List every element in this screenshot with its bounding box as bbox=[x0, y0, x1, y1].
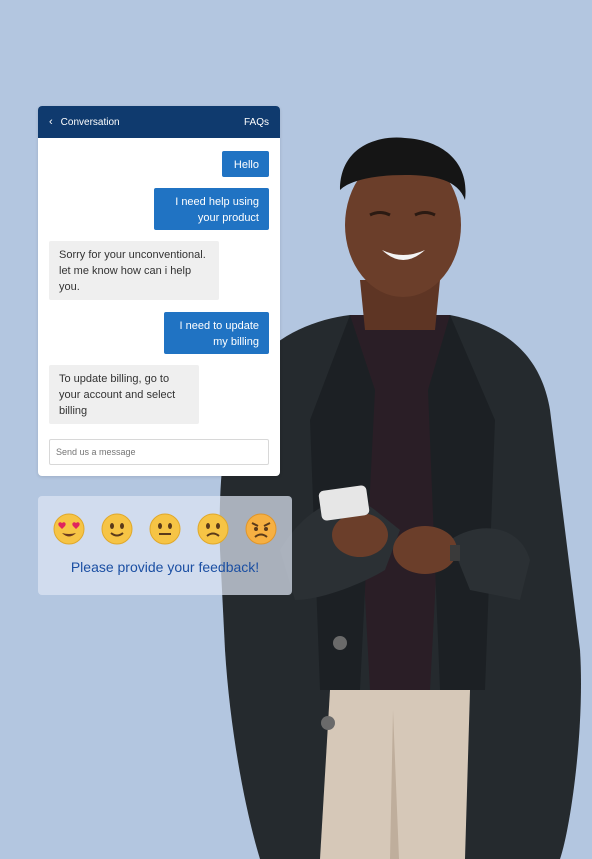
message-input[interactable] bbox=[49, 439, 269, 465]
back-chevron-icon[interactable]: ‹ bbox=[49, 116, 53, 128]
message-incoming: To update billing, go to your account an… bbox=[49, 365, 199, 424]
angry-face-emoji-icon[interactable] bbox=[245, 513, 277, 545]
feedback-prompt: Please provide your feedback! bbox=[70, 559, 260, 575]
chat-widget: ‹ Conversation FAQs Hello I need help us… bbox=[38, 106, 280, 476]
message-outgoing: I need to update my billing bbox=[164, 312, 269, 354]
neutral-face-emoji-icon[interactable] bbox=[149, 513, 181, 545]
message-incoming: Sorry for your unconventional. let me kn… bbox=[49, 241, 219, 300]
emoji-rating-row bbox=[53, 513, 277, 545]
heart-eyes-emoji-icon[interactable] bbox=[53, 513, 85, 545]
message-outgoing: I need help using your product bbox=[154, 188, 269, 230]
slightly-smiling-emoji-icon[interactable] bbox=[101, 513, 133, 545]
frowning-face-emoji-icon[interactable] bbox=[197, 513, 229, 545]
feedback-panel: Please provide your feedback! bbox=[38, 496, 292, 595]
chat-header: ‹ Conversation FAQs bbox=[38, 106, 280, 138]
message-outgoing: Hello bbox=[222, 151, 269, 177]
chat-title: Conversation bbox=[60, 116, 120, 128]
faqs-link[interactable]: FAQs bbox=[244, 117, 269, 128]
